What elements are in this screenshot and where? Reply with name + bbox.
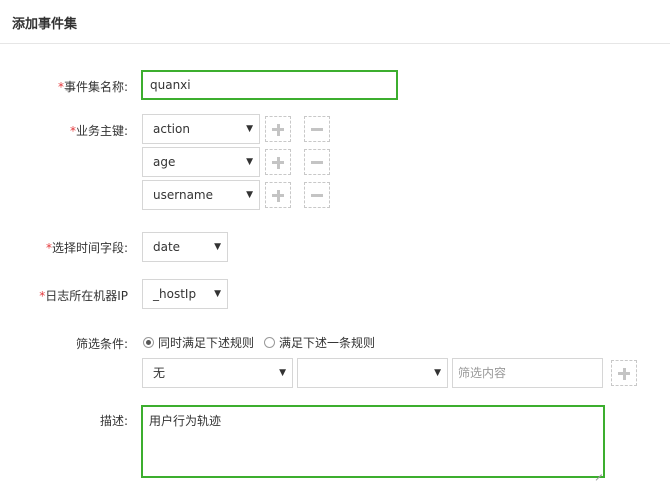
remove-key-button[interactable]: [304, 149, 330, 175]
caret-down-icon: ▼: [246, 157, 253, 167]
host-ip-select[interactable]: _hostIp ▼: [142, 279, 228, 309]
description-textarea[interactable]: 用户行为轨迹: [141, 405, 605, 478]
remove-key-button[interactable]: [304, 182, 330, 208]
name-label: *事件集名称:: [58, 78, 128, 95]
key-select-3[interactable]: username ▼: [142, 180, 260, 210]
radio-all-rules-label[interactable]: 同时满足下述规则: [158, 334, 254, 351]
host-ip-label: *日志所在机器IP: [39, 287, 128, 304]
key-select-value: username: [153, 188, 213, 202]
page-title: 添加事件集: [12, 17, 78, 32]
key-select-value: age: [153, 155, 176, 169]
radio-any-rule-label[interactable]: 满足下述一条规则: [279, 334, 375, 351]
add-key-button[interactable]: [265, 116, 291, 142]
description-value: 用户行为轨迹: [149, 414, 222, 428]
event-set-name-input[interactable]: quanxi: [141, 70, 398, 100]
add-key-button[interactable]: [265, 182, 291, 208]
caret-down-icon: ▼: [246, 124, 253, 134]
minus-icon: [311, 161, 323, 164]
keys-label-text: 业务主键:: [75, 124, 128, 138]
filter-field-select[interactable]: 无 ▼: [142, 358, 293, 388]
plus-icon-stroke: [276, 156, 280, 169]
plus-icon-stroke: [276, 123, 280, 136]
host-ip-value: _hostIp: [153, 287, 197, 301]
caret-down-icon: ▼: [246, 190, 253, 200]
description-label: 描述:: [99, 414, 128, 428]
resize-handle-icon[interactable]: [594, 467, 602, 475]
add-filter-button[interactable]: [611, 360, 637, 386]
filter-operator-select[interactable]: ▼: [297, 358, 448, 388]
key-select-1[interactable]: action ▼: [142, 114, 260, 144]
filter-mode-radio-group: 同时满足下述规则 满足下述一条规则: [143, 334, 385, 350]
time-field-value: date: [153, 240, 181, 254]
filter-field-value: 无: [153, 366, 166, 380]
time-field-label: *选择时间字段:: [46, 239, 128, 256]
caret-down-icon: ▼: [214, 289, 221, 299]
caret-down-icon: ▼: [434, 368, 441, 378]
add-key-button[interactable]: [265, 149, 291, 175]
name-label-text: 事件集名称:: [63, 80, 128, 94]
plus-icon-stroke: [276, 189, 280, 202]
plus-icon-stroke: [622, 367, 626, 380]
time-field-select[interactable]: date ▼: [142, 232, 228, 262]
filter-label: 筛选条件:: [75, 337, 128, 351]
minus-icon: [311, 194, 323, 197]
key-select-value: action: [153, 122, 190, 136]
minus-icon: [311, 128, 323, 131]
key-select-2[interactable]: age ▼: [142, 147, 260, 177]
filter-content-input[interactable]: 筛选内容: [452, 358, 603, 388]
caret-down-icon: ▼: [279, 368, 286, 378]
keys-label: *业务主键:: [70, 122, 128, 139]
remove-key-button[interactable]: [304, 116, 330, 142]
radio-any-rule[interactable]: [264, 336, 276, 348]
radio-all-rules[interactable]: [143, 336, 154, 348]
caret-down-icon: ▼: [214, 242, 221, 252]
time-field-label-text: 选择时间字段:: [51, 241, 128, 255]
page-header: 添加事件集: [0, 0, 670, 44]
host-ip-label-text: 日志所在机器IP: [45, 289, 128, 303]
